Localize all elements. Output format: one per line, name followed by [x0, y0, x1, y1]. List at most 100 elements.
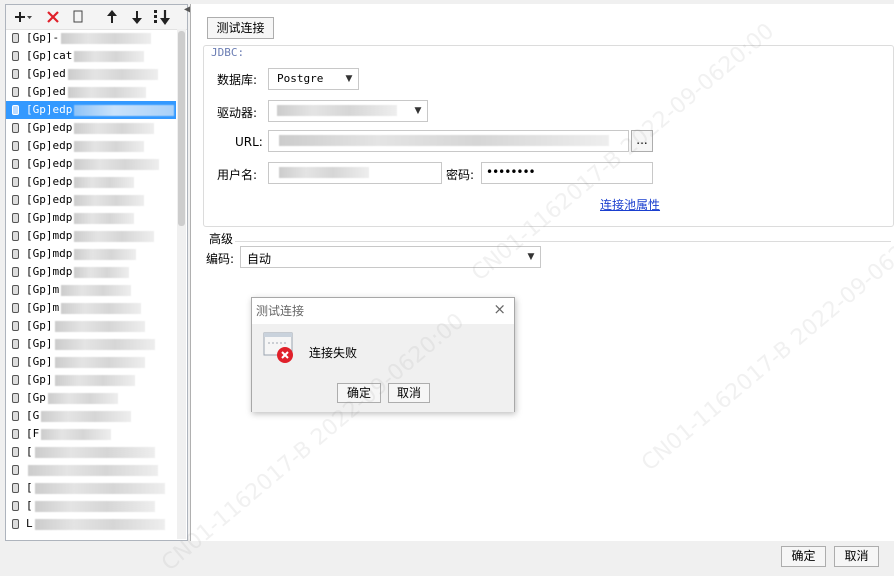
connection-item-label: [Gp]m	[26, 301, 60, 314]
delete-icon[interactable]	[45, 7, 61, 27]
connection-name-redacted	[61, 302, 142, 314]
username-input[interactable]	[268, 162, 442, 184]
dialog-cancel-button[interactable]: 取消	[388, 383, 430, 403]
connection-item-label: L	[26, 517, 33, 530]
database-icon	[12, 267, 19, 277]
connection-item-label: [Gp]	[26, 337, 53, 350]
connection-list-item[interactable]: [Gp]mdp	[6, 245, 176, 263]
database-icon	[12, 429, 19, 439]
connection-list-item[interactable]: [Gp]edp	[6, 173, 176, 191]
connection-list-item[interactable]: [Gp]cat	[6, 47, 176, 65]
connection-item-label: [	[26, 499, 33, 512]
url-label: URL:	[235, 135, 263, 149]
connection-item-label: [Gp]ed	[26, 85, 66, 98]
connection-item-label: [Gp]	[26, 373, 53, 386]
dialog-body: 连接失败	[252, 324, 514, 382]
connection-name-redacted	[54, 320, 145, 332]
connection-item-label: [Gp]ed	[26, 67, 66, 80]
connection-item-label: [	[26, 481, 33, 494]
connection-list-item[interactable]: [Gp]	[6, 335, 176, 353]
connection-list-item[interactable]: [Gp]mdp	[6, 209, 176, 227]
connection-list-item[interactable]: [Gp]-	[6, 29, 176, 47]
connection-name-redacted	[41, 410, 132, 422]
connection-list-item[interactable]: [G	[6, 407, 176, 425]
connection-list-item[interactable]: [Gp	[6, 389, 176, 407]
connection-error-icon	[263, 332, 293, 364]
password-input[interactable]: ••••••••	[481, 162, 653, 184]
connection-list-item[interactable]: [Gp]	[6, 317, 176, 335]
test-connection-dialog: 测试连接 × 连接失败 确定 取消	[251, 297, 515, 412]
username-label: 用户名:	[217, 168, 258, 182]
connection-list-item[interactable]: [Gp]	[6, 353, 176, 371]
url-browse-button[interactable]: ...	[631, 130, 653, 152]
connection-name-redacted	[28, 464, 158, 476]
database-icon	[12, 249, 19, 259]
sort-icon[interactable]	[152, 7, 172, 27]
connection-name-redacted	[54, 338, 155, 350]
database-select[interactable]: Postgre ▼	[268, 68, 359, 90]
database-icon	[12, 303, 19, 313]
connection-name-redacted	[74, 248, 137, 260]
down-arrow-icon[interactable]	[129, 7, 145, 27]
connection-list-item[interactable]: [	[6, 479, 176, 497]
close-icon[interactable]: ×	[493, 300, 506, 318]
database-icon	[12, 375, 19, 385]
connection-list-item[interactable]: [Gp]mdp	[6, 227, 176, 245]
connection-list-item[interactable]: [	[6, 497, 176, 515]
list-scrollbar[interactable]	[177, 29, 186, 539]
advanced-divider	[235, 241, 891, 242]
database-icon	[12, 393, 19, 403]
dialog-footer: 确定 取消	[252, 382, 514, 412]
pool-properties-link[interactable]: 连接池属性	[600, 196, 660, 213]
copy-icon[interactable]	[72, 7, 86, 27]
encoding-select[interactable]: 自动 ▼	[240, 246, 541, 268]
connection-name-redacted	[74, 176, 135, 188]
connection-name-redacted	[74, 194, 145, 206]
connection-name-redacted	[67, 68, 158, 80]
connection-name-redacted	[61, 32, 152, 44]
connection-item-label: [Gp]	[26, 355, 53, 368]
connection-name-redacted	[74, 122, 155, 134]
connection-list-item[interactable]: L	[6, 515, 176, 533]
database-icon	[12, 141, 19, 151]
connection-list-item[interactable]: [F	[6, 425, 176, 443]
connection-list-item[interactable]: [Gp]edp	[6, 119, 176, 137]
connection-item-label: [	[26, 445, 33, 458]
driver-select[interactable]: ▼	[268, 100, 428, 122]
dialog-message: 连接失败	[309, 346, 358, 360]
connection-name-redacted	[74, 212, 135, 224]
database-icon	[12, 285, 19, 295]
connection-name-redacted	[54, 374, 135, 386]
scrollbar-thumb[interactable]	[178, 31, 185, 226]
connection-list-item[interactable]: [Gp]	[6, 371, 176, 389]
driver-label: 驱动器:	[217, 106, 258, 120]
password-label: 密码:	[446, 168, 475, 182]
up-arrow-icon[interactable]	[104, 7, 120, 27]
database-icon	[12, 483, 19, 493]
jdbc-legend: JDBC:	[209, 46, 247, 59]
connection-list-item[interactable]: [Gp]ed	[6, 65, 176, 83]
connection-name-redacted	[47, 392, 118, 404]
connection-list-item[interactable]: [Gp]edp	[6, 101, 176, 119]
connection-item-label: [Gp]edp	[26, 193, 73, 206]
connection-list-item[interactable]: [Gp]edp	[6, 191, 176, 209]
dialog-ok-button[interactable]: 确定	[337, 383, 381, 403]
test-connection-button[interactable]: 测试连接	[207, 17, 274, 39]
connection-list-item[interactable]: [Gp]edp	[6, 137, 176, 155]
connection-item-label: [Gp]mdp	[26, 229, 73, 242]
cancel-button[interactable]: 取消	[834, 546, 879, 567]
connection-list-item[interactable]	[6, 461, 176, 479]
database-icon	[12, 339, 19, 349]
connection-list-item[interactable]: [Gp]m	[6, 281, 176, 299]
plus-icon[interactable]	[11, 7, 33, 27]
database-icon	[12, 87, 19, 97]
url-input[interactable]	[268, 130, 629, 152]
ok-button[interactable]: 确定	[781, 546, 826, 567]
connection-list-item[interactable]: [Gp]m	[6, 299, 176, 317]
connection-list-item[interactable]: [Gp]edp	[6, 155, 176, 173]
connection-list[interactable]: [Gp]- [Gp]cat [Gp]ed [Gp]ed [Gp]edp [Gp]edp [G…	[6, 29, 176, 539]
connection-list-item[interactable]: [	[6, 443, 176, 461]
connection-list-item[interactable]: [Gp]ed	[6, 83, 176, 101]
connection-name-redacted	[34, 482, 165, 494]
connection-list-item[interactable]: [Gp]mdp	[6, 263, 176, 281]
